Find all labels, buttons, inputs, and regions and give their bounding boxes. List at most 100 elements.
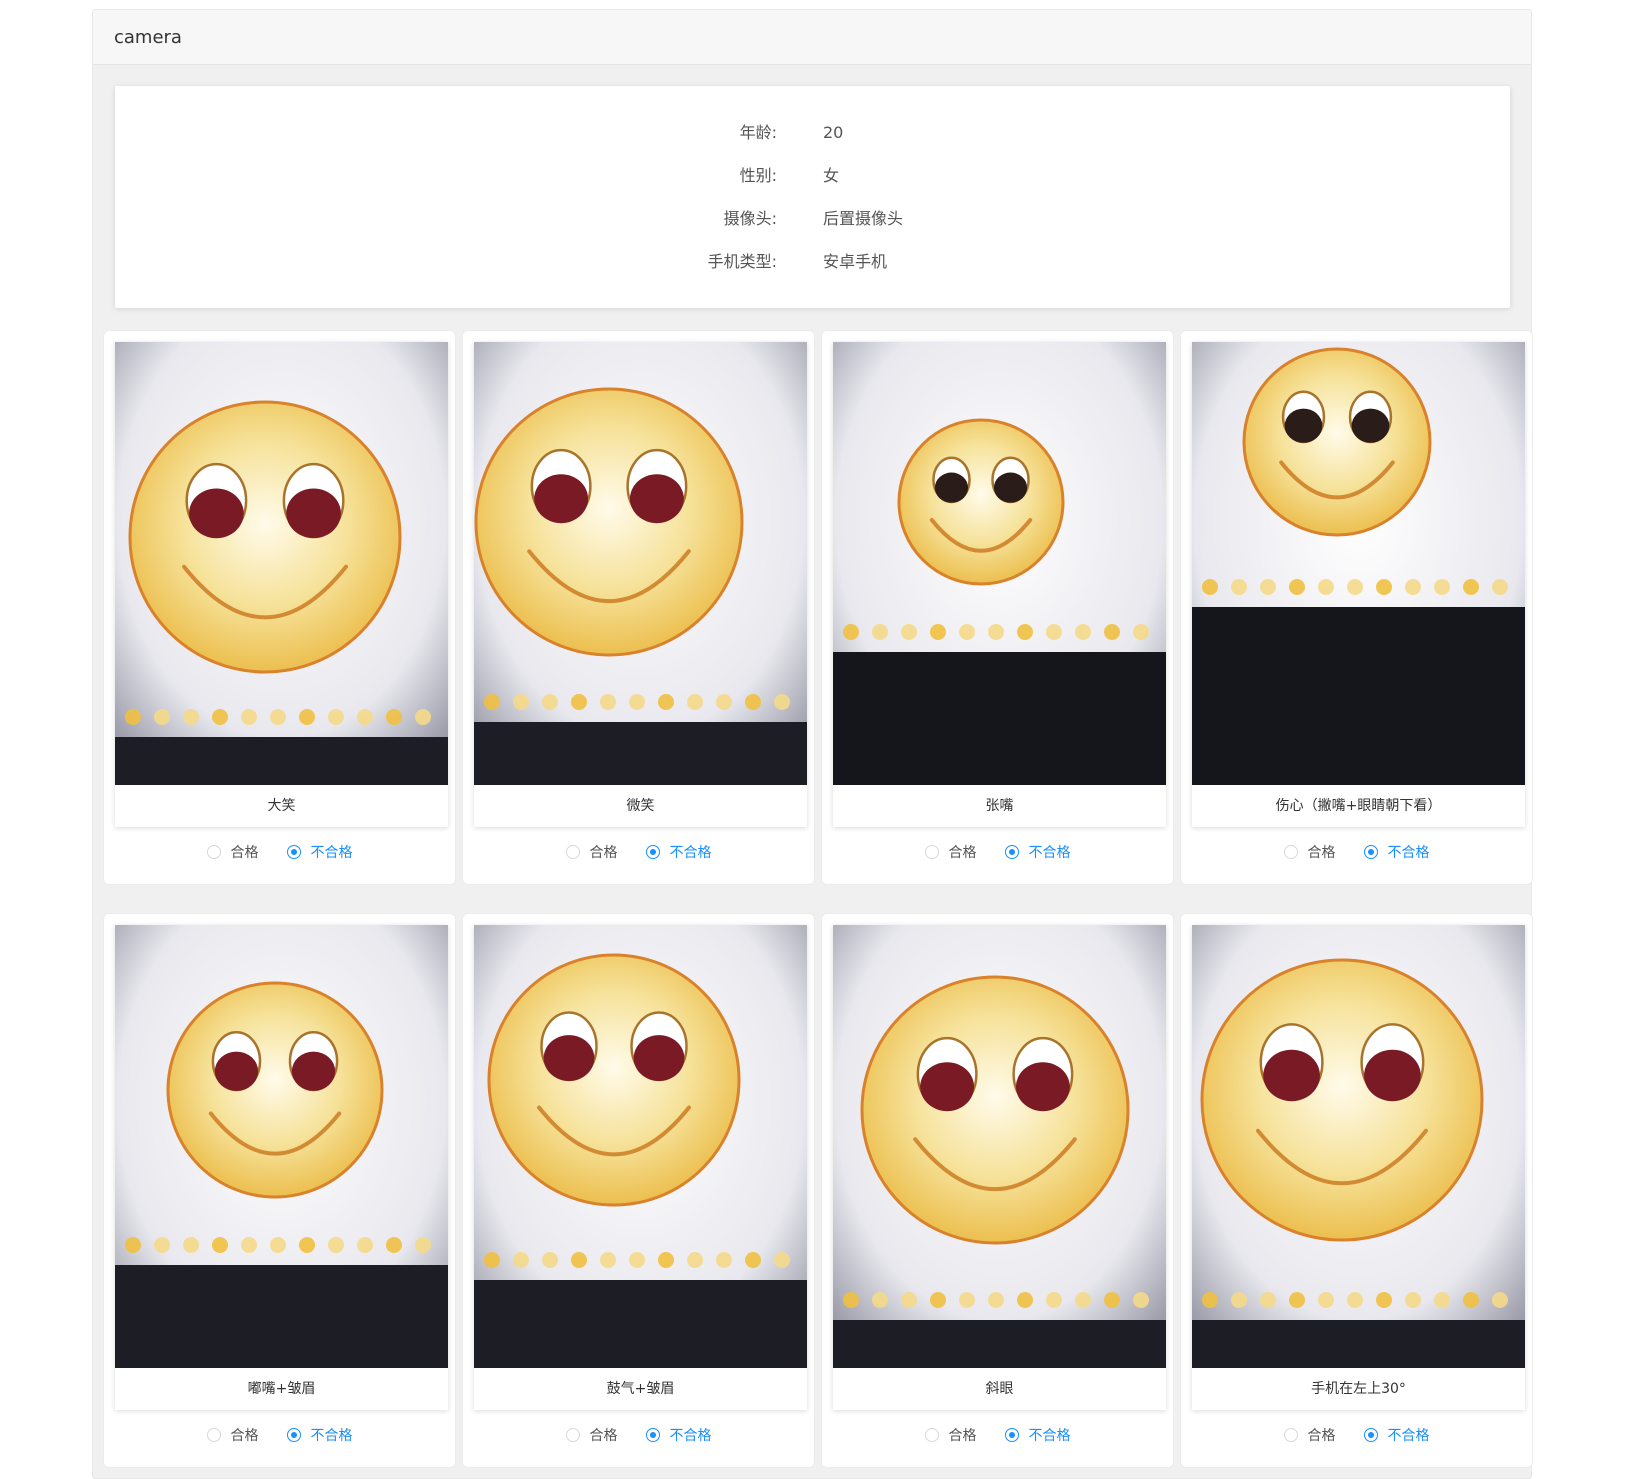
pass-radio[interactable]: 合格 <box>1283 842 1336 862</box>
radio-circle-icon <box>1004 845 1019 859</box>
fail-radio[interactable]: 不合格 <box>1363 842 1430 862</box>
radio-circle-icon <box>1283 845 1298 859</box>
photo-1[interactable] <box>115 342 448 785</box>
photo-7[interactable] <box>833 925 1166 1368</box>
fail-radio[interactable]: 不合格 <box>286 1425 353 1445</box>
pass-radio-label: 合格 <box>589 1428 618 1444</box>
pass-radio-label: 合格 <box>230 845 259 861</box>
pass-radio[interactable]: 合格 <box>206 842 259 862</box>
photo-8[interactable] <box>1192 925 1525 1368</box>
radio-circle-icon <box>206 1428 221 1442</box>
photo-frame: 手机在左上30° <box>1192 925 1525 1410</box>
photo-caption: 大笑 <box>267 798 296 814</box>
subject-info-card: 年龄: 20 性别: 女 摄像头: 后置摄像头 手机类型: 安卓手机 <box>115 86 1510 308</box>
photo-6[interactable] <box>474 925 807 1368</box>
photo-frame: 伤心（撇嘴+眼睛朝下看） <box>1192 342 1525 827</box>
fail-radio-label: 不合格 <box>310 845 353 861</box>
smiley-face-icon <box>115 925 448 1368</box>
qualification-radio-group: 合格 不合格 <box>1181 840 1532 864</box>
radio-circle-icon <box>924 845 939 859</box>
photo-card: 大笑 合格 不合格 <box>103 330 456 885</box>
fail-radio-label: 不合格 <box>1028 1428 1071 1444</box>
fail-radio[interactable]: 不合格 <box>1004 842 1071 862</box>
photo-card: 伤心（撇嘴+眼睛朝下看） 合格 不合格 <box>1180 330 1533 885</box>
photo-caption: 鼓气+皱眉 <box>606 1381 675 1397</box>
radio-circle-icon <box>645 845 660 859</box>
fail-radio[interactable]: 不合格 <box>1004 1425 1071 1445</box>
radio-circle-icon <box>565 845 580 859</box>
pass-radio-label: 合格 <box>948 845 977 861</box>
info-label: 摄像头: <box>723 209 777 228</box>
photo-3[interactable] <box>833 342 1166 785</box>
panel-header: camera <box>93 10 1531 65</box>
pass-radio-label: 合格 <box>230 1428 259 1444</box>
fail-radio[interactable]: 不合格 <box>645 842 712 862</box>
qualification-radio-group: 合格 不合格 <box>1181 1423 1532 1447</box>
pass-radio[interactable]: 合格 <box>565 842 618 862</box>
smiley-face-icon <box>1192 342 1525 785</box>
pass-radio[interactable]: 合格 <box>565 1425 618 1445</box>
photo-frame: 嘟嘴+皱眉 <box>115 925 448 1410</box>
pass-radio[interactable]: 合格 <box>924 1425 977 1445</box>
pass-radio-label: 合格 <box>589 845 618 861</box>
photo-card: 张嘴 合格 不合格 <box>821 330 1174 885</box>
radio-circle-icon <box>1363 845 1378 859</box>
photo-card: 鼓气+皱眉 合格 不合格 <box>462 913 815 1468</box>
pass-radio[interactable]: 合格 <box>206 1425 259 1445</box>
photo-caption: 斜眼 <box>985 1381 1014 1397</box>
info-label: 手机类型: <box>707 252 777 271</box>
photo-card: 斜眼 合格 不合格 <box>821 913 1174 1468</box>
photo-caption: 手机在左上30° <box>1311 1381 1406 1397</box>
fail-radio-label: 不合格 <box>669 845 712 861</box>
photo-5[interactable] <box>115 925 448 1368</box>
camera-panel: camera 年龄: 20 性别: 女 摄像头: 后置摄像头 手机类型: 安卓手… <box>92 9 1533 1479</box>
pass-radio[interactable]: 合格 <box>924 842 977 862</box>
photo-frame: 大笑 <box>115 342 448 827</box>
fail-radio[interactable]: 不合格 <box>286 842 353 862</box>
radio-circle-icon <box>206 845 221 859</box>
fail-radio[interactable]: 不合格 <box>645 1425 712 1445</box>
smiley-face-icon <box>474 925 807 1368</box>
photo-2[interactable] <box>474 342 807 785</box>
photo-4[interactable] <box>1192 342 1525 785</box>
qualification-radio-group: 合格 不合格 <box>822 840 1173 864</box>
radio-circle-icon <box>924 1428 939 1442</box>
info-value: 安卓手机 <box>823 252 888 271</box>
photo-frame: 张嘴 <box>833 342 1166 827</box>
info-label: 性别: <box>739 166 777 185</box>
info-row-phone-type: 手机类型: 安卓手机 <box>115 248 1510 276</box>
photo-frame: 微笑 <box>474 342 807 827</box>
radio-circle-icon <box>1363 1428 1378 1442</box>
fail-radio-label: 不合格 <box>310 1428 353 1444</box>
smiley-face-icon <box>833 342 1166 785</box>
fail-radio-label: 不合格 <box>669 1428 712 1444</box>
radio-circle-icon <box>565 1428 580 1442</box>
radio-circle-icon <box>286 845 301 859</box>
photo-card: 手机在左上30° 合格 不合格 <box>1180 913 1533 1468</box>
qualification-radio-group: 合格 不合格 <box>104 1423 455 1447</box>
pass-radio-label: 合格 <box>948 1428 977 1444</box>
smiley-face-icon <box>115 342 448 785</box>
info-value: 20 <box>823 123 844 142</box>
photo-frame: 鼓气+皱眉 <box>474 925 807 1410</box>
smiley-face-icon <box>833 925 1166 1368</box>
fail-radio[interactable]: 不合格 <box>1363 1425 1430 1445</box>
fail-radio-label: 不合格 <box>1387 845 1430 861</box>
smiley-face-icon <box>1192 925 1525 1368</box>
photo-frame: 斜眼 <box>833 925 1166 1410</box>
pass-radio[interactable]: 合格 <box>1283 1425 1336 1445</box>
photo-card: 微笑 合格 不合格 <box>462 330 815 885</box>
fail-radio-label: 不合格 <box>1387 1428 1430 1444</box>
info-label: 年龄: <box>739 123 777 142</box>
panel-title: camera <box>114 26 182 48</box>
pass-radio-label: 合格 <box>1307 1428 1336 1444</box>
photo-caption: 嘟嘴+皱眉 <box>247 1381 316 1397</box>
radio-circle-icon <box>645 1428 660 1442</box>
info-row-age: 年龄: 20 <box>115 119 1510 147</box>
pass-radio-label: 合格 <box>1307 845 1336 861</box>
photo-caption: 伤心（撇嘴+眼睛朝下看） <box>1275 798 1442 814</box>
radio-circle-icon <box>1004 1428 1019 1442</box>
info-value: 后置摄像头 <box>823 209 904 228</box>
radio-circle-icon <box>1283 1428 1298 1442</box>
info-row-camera: 摄像头: 后置摄像头 <box>115 205 1510 233</box>
